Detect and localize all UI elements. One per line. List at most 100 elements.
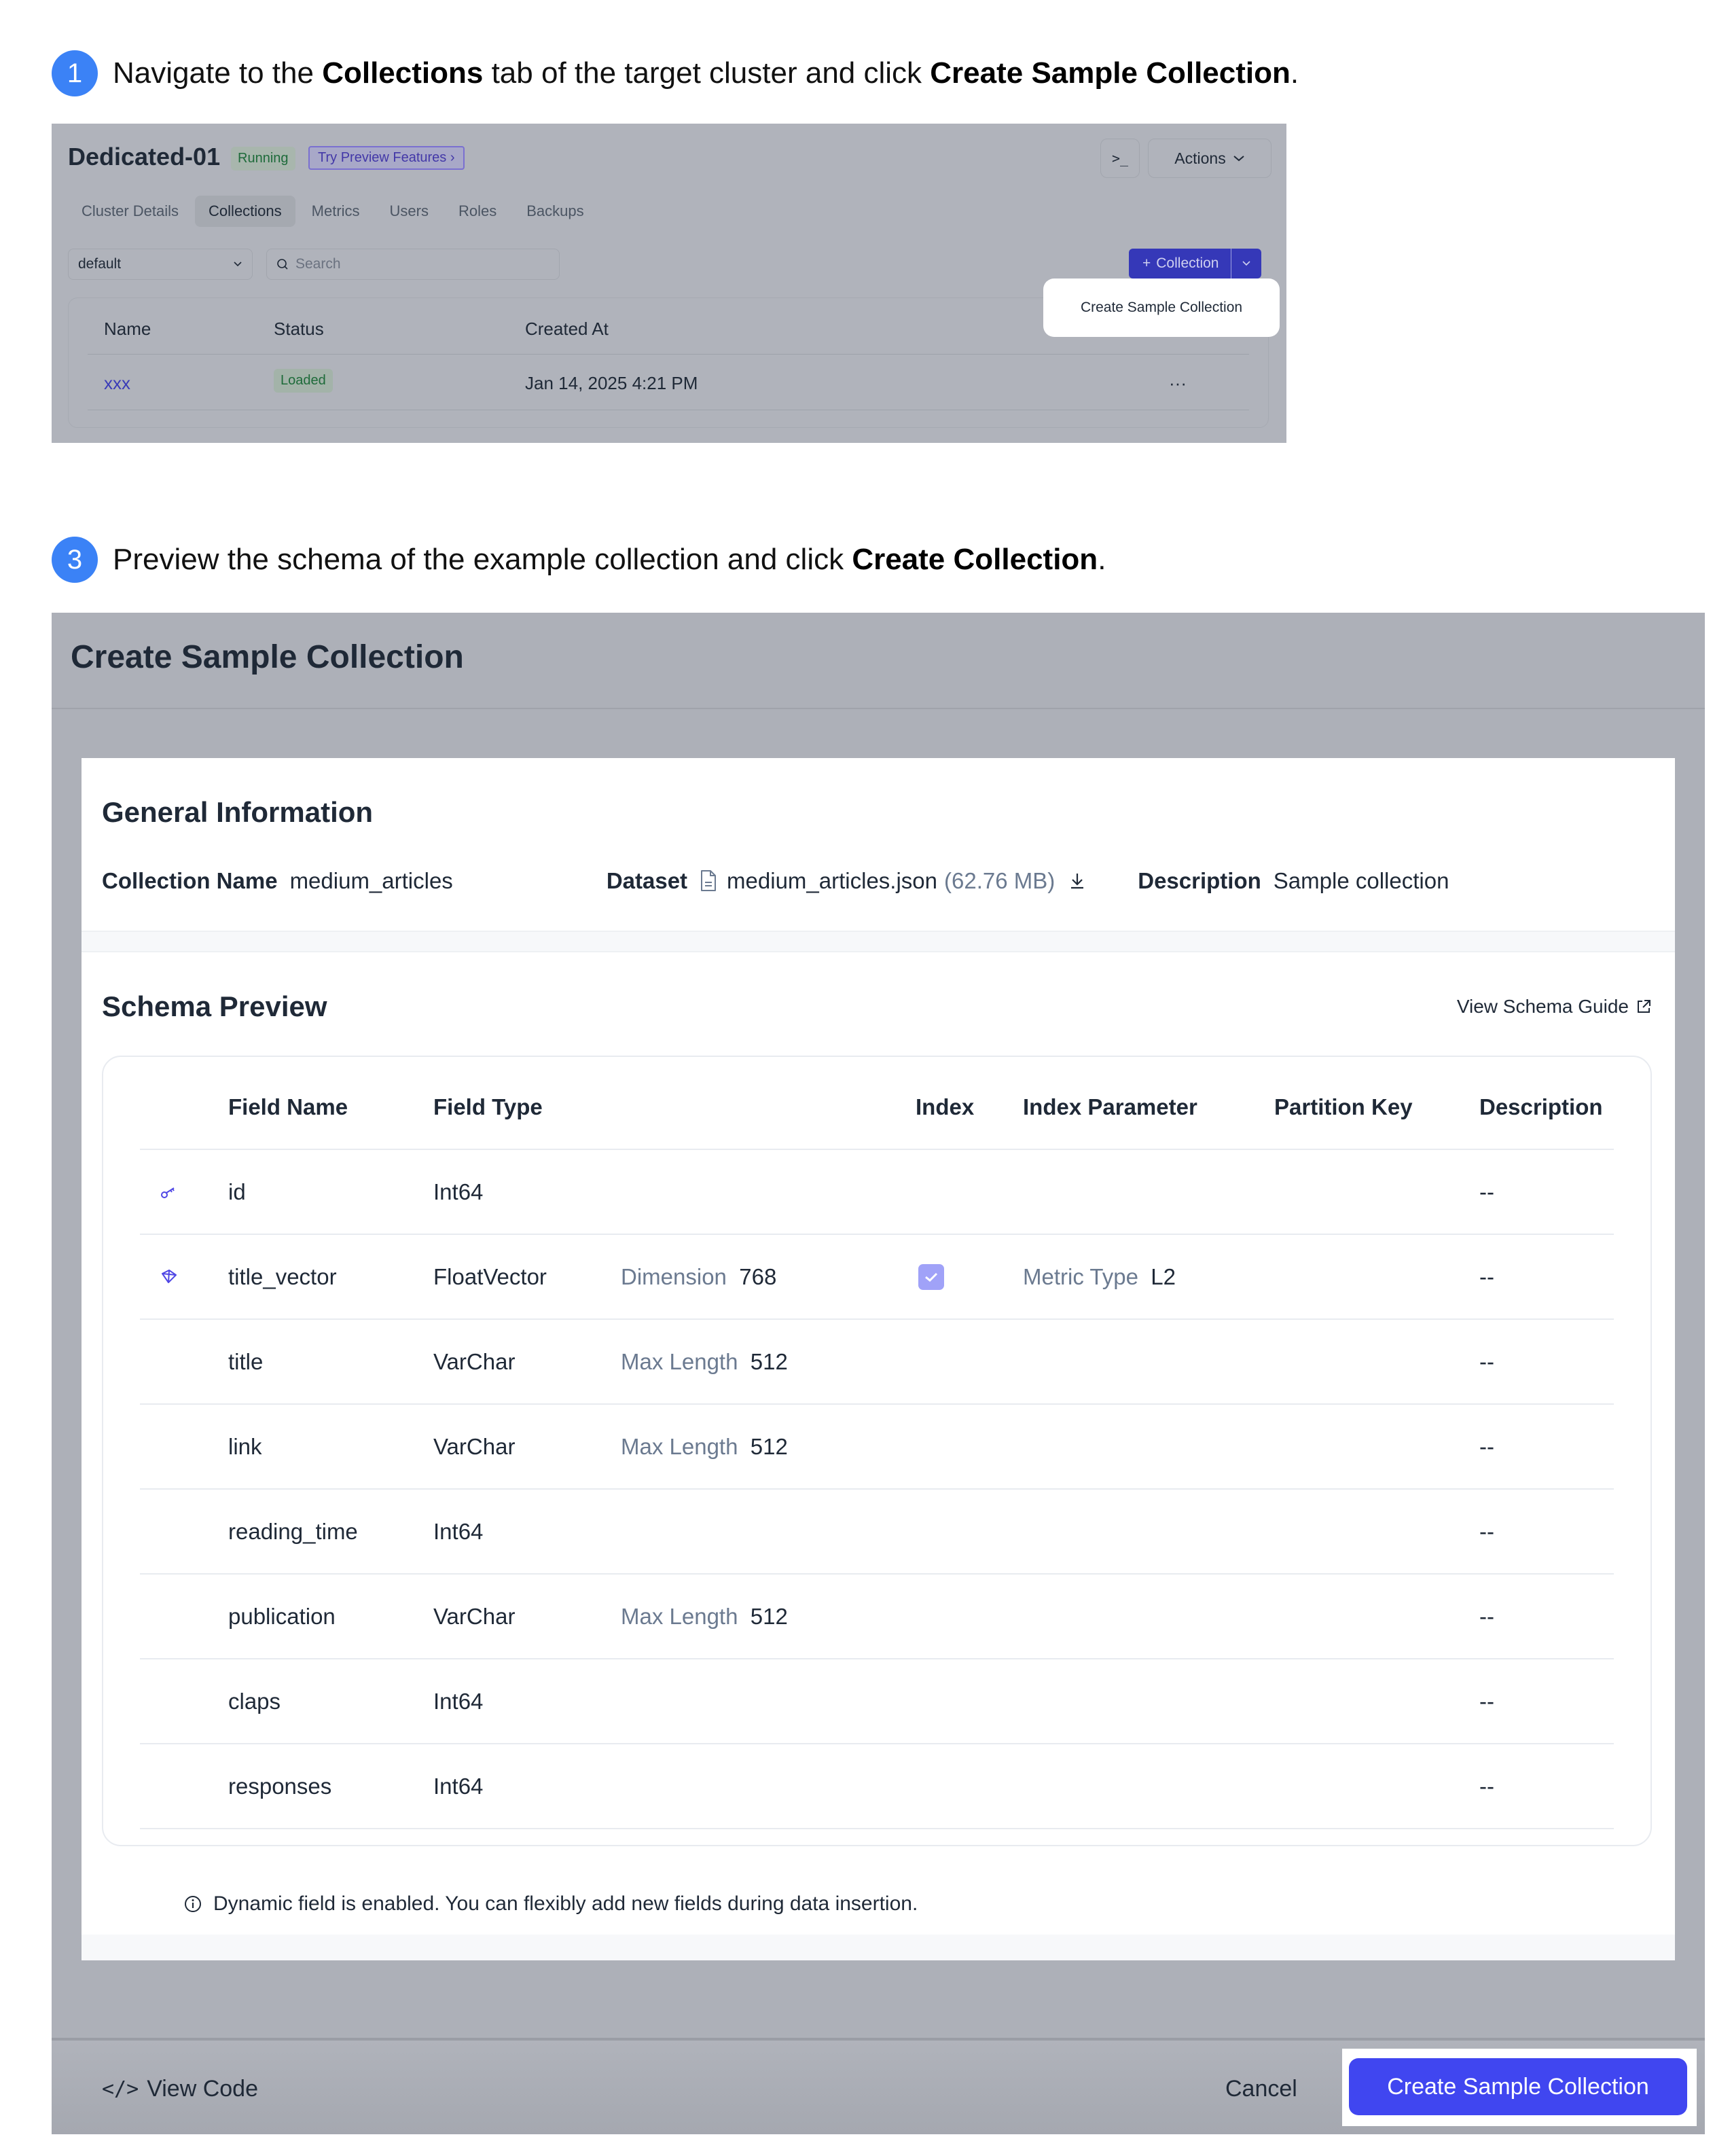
tab-backups[interactable]: Backups [513,196,597,227]
field-name: publication [228,1603,336,1629]
field-type: Int64 [433,1773,484,1799]
field-description: -- [1479,1773,1494,1799]
table-row: reading_time Int64 -- [140,1490,1614,1575]
view-code-label: View Code [147,2076,258,2102]
column-header-name: Name [104,319,151,339]
modal-footer: </> View Code Cancel Create Sample Colle… [52,2038,1705,2134]
section-title: General Information [102,796,374,828]
divider [52,708,1705,709]
description-label: Description [1138,868,1261,893]
check-icon [925,1272,938,1282]
index-param-value: L2 [1151,1263,1176,1289]
tab-metrics[interactable]: Metrics [298,196,374,227]
column-header-index-parameter: Index Parameter [1023,1094,1197,1119]
field-description: -- [1479,1603,1494,1629]
table-row: claps Int64 -- [140,1659,1614,1744]
schema-preview-section: Schema Preview View Schema Guide Field N… [82,951,1675,1935]
collection-name-label: Collection Name [102,868,278,893]
table-row: title VarChar Max Length 512 -- [140,1320,1614,1405]
general-info-row: Collection Name medium_articles Dataset … [102,868,1449,894]
step-instruction: Navigate to the Collections tab of the t… [113,56,1299,90]
dataset-size: (62.76 MB) [944,868,1056,893]
add-collection-dropdown-toggle[interactable] [1231,249,1261,279]
file-icon [701,870,717,891]
dataset-label: Dataset [606,868,688,893]
view-schema-guide-label: View Schema Guide [1456,996,1629,1017]
chevron-down-icon [1233,156,1244,162]
tab-users[interactable]: Users [376,196,442,227]
view-code-button[interactable]: </> View Code [102,2076,258,2102]
column-header-created-at: Created At [525,319,609,339]
primary-key-icon [160,1179,178,1205]
field-name: reading_time [228,1518,358,1544]
search-placeholder: Search [295,256,341,272]
database-select[interactable]: default [68,249,253,280]
field-param: Max Length 512 [621,1434,788,1460]
tab-cluster-details[interactable]: Cluster Details [68,196,192,227]
field-name: title_vector [228,1263,337,1289]
column-header-field-type: Field Type [433,1094,543,1119]
divider [88,354,1249,355]
chevron-down-icon [234,262,242,267]
view-schema-guide-link[interactable]: View Schema Guide [1457,996,1652,1018]
status-badge: Running [231,147,295,170]
field-description: -- [1479,1433,1494,1459]
tab-collections[interactable]: Collections [195,196,295,227]
external-link-icon [1638,1000,1650,1013]
cancel-button[interactable]: Cancel [1225,2076,1297,2102]
created-at: Jan 14, 2025 4:21 PM [525,373,698,393]
create-sample-collection-modal: Create Sample Collection General Informa… [52,613,1705,2134]
dynamic-field-note: Dynamic field is enabled. You can flexib… [183,1892,918,1916]
plus-icon: + [1142,255,1151,271]
tab-roles[interactable]: Roles [445,196,510,227]
menu-item-create-sample-collection[interactable]: Create Sample Collection [1047,283,1276,333]
field-name: link [228,1433,262,1459]
param-value: 512 [750,1433,788,1459]
field-param: Max Length 512 [621,1604,788,1630]
field-type: VarChar [433,1433,516,1459]
info-icon [185,1896,201,1912]
add-collection-button[interactable]: + Collection [1129,249,1232,279]
terminal-button[interactable]: >_ [1100,139,1140,178]
column-header-status: Status [274,319,324,339]
chevron-down-icon [1242,261,1251,266]
table-row: link VarChar Max Length 512 -- [140,1405,1614,1490]
download-icon[interactable] [1068,872,1086,891]
param-label: Max Length [621,1348,738,1374]
actions-button[interactable]: Actions [1148,139,1271,178]
cluster-name: Dedicated-01 [68,143,221,170]
table-row: title_vector FloatVector Dimension 768 M… [140,1235,1614,1320]
more-actions-button[interactable]: ··· [1169,373,1187,394]
create-sample-collection-button[interactable]: Create Sample Collection [1349,2058,1687,2115]
step-3-heading: 3 Preview the schema of the example coll… [52,537,1106,583]
index-param-label: Metric Type [1023,1263,1138,1289]
step-instruction: Preview the schema of the example collec… [113,543,1106,576]
column-header-index: Index [916,1094,975,1119]
code-icon: </> [102,2077,139,2101]
search-input[interactable]: Search [266,249,560,280]
collection-name-link[interactable]: xxx [104,373,130,394]
field-type: Int64 [433,1688,484,1714]
step-1-heading: 1 Navigate to the Collections tab of the… [52,50,1299,96]
modal-title: Create Sample Collection [71,639,464,675]
param-value: 512 [750,1348,788,1374]
field-type: Int64 [433,1518,484,1544]
terminal-icon: >_ [1111,150,1129,166]
param-value: 768 [739,1263,777,1289]
dataset-file-name: medium_articles.json [727,868,938,893]
modal-body: General Information Collection Name medi… [82,758,1675,1960]
database-select-value: default [78,256,122,272]
try-preview-features-link[interactable]: Try Preview Features › [308,146,465,170]
table-row: publication VarChar Max Length 512 -- [140,1575,1614,1659]
dynamic-field-text: Dynamic field is enabled. You can flexib… [213,1892,918,1915]
step-number-badge: 3 [52,537,98,583]
add-collection-label: Collection [1156,255,1219,271]
field-name: responses [228,1773,332,1799]
table-row: responses Int64 -- [140,1744,1614,1829]
field-type: Int64 [433,1179,484,1204]
step-number-badge: 1 [52,50,98,96]
field-type: FloatVector [433,1263,547,1289]
field-description: -- [1479,1263,1494,1289]
field-name: claps [228,1688,281,1714]
field-param: Dimension 768 [621,1264,776,1290]
